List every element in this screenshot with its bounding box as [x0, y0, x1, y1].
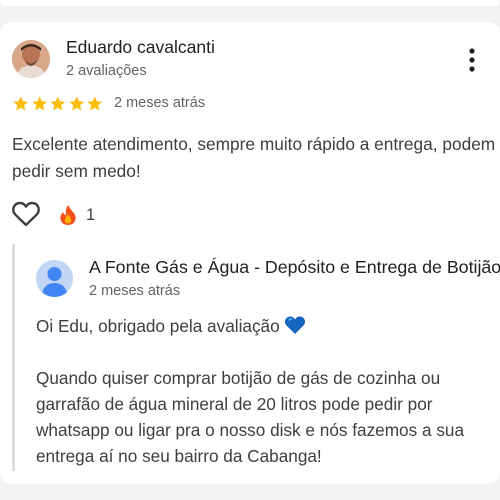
reviewer-review-count: 2 avaliações: [66, 63, 147, 79]
star-icon: [31, 96, 47, 111]
star-icon: [87, 96, 103, 111]
reaction-chip[interactable]: 1: [58, 204, 95, 226]
star-icon: [50, 96, 66, 111]
heart-outline-icon[interactable]: [11, 200, 41, 228]
star-icon: [13, 96, 29, 111]
reply-greeting-line: Oi Edu, obrigado pela avaliação: [36, 313, 491, 339]
owner-name: A Fonte Gás e Água - Depósito e Entrega …: [89, 257, 500, 277]
reply-body: Quando quiser comprar botijão de gás de …: [36, 368, 465, 466]
star-rating: [12, 95, 104, 113]
blue-heart-emoji-icon: [285, 316, 306, 334]
owner-avatar: [36, 260, 73, 297]
more-vert-icon[interactable]: [462, 46, 482, 74]
reviewer-name[interactable]: Eduardo cavalcanti: [66, 37, 215, 58]
owner-reply-text: Oi Edu, obrigado pela avaliação Quando q…: [36, 313, 491, 469]
review-date: 2 meses atrás: [114, 95, 206, 111]
fire-emoji-icon: [60, 205, 76, 225]
reply-divider: [12, 244, 15, 471]
owner-reply-date: 2 meses atrás: [89, 283, 181, 299]
previous-review-card: [0, 0, 500, 6]
reply-greeting: Oi Edu, obrigado pela avaliação: [36, 316, 280, 336]
star-icon: [68, 96, 84, 111]
review-text: Excelente atendimento, sempre muito rápi…: [12, 134, 496, 181]
reaction-count: 1: [86, 205, 96, 224]
reviewer-avatar[interactable]: [12, 40, 50, 78]
